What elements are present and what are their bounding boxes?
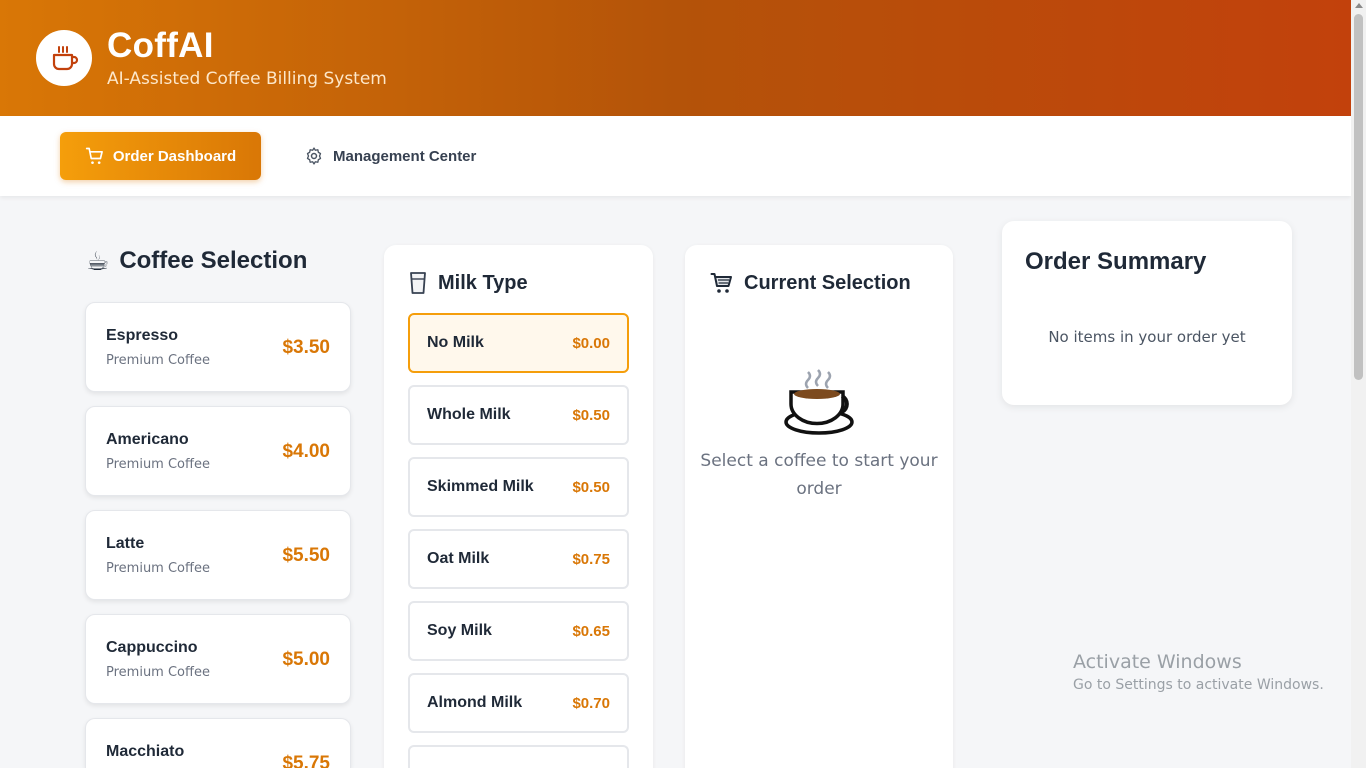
coffee-name: Cappuccino: [106, 639, 198, 656]
order-summary-empty-message: No items in your order yet: [1048, 328, 1246, 346]
milk-option-partial[interactable]: [408, 745, 629, 768]
coffee-card-americano[interactable]: Americano Premium Coffee $4.00: [85, 406, 351, 496]
shopping-cart-icon: [710, 273, 732, 293]
management-center-tab[interactable]: Management Center: [300, 132, 480, 180]
coffee-name: Americano: [106, 431, 189, 448]
vertical-scrollbar[interactable]: [1351, 0, 1366, 768]
coffee-card-cappuccino[interactable]: Cappuccino Premium Coffee $5.00: [85, 614, 351, 704]
activate-windows-subtitle: Go to Settings to activate Windows.: [1073, 677, 1324, 693]
milk-option-soy-milk[interactable]: Soy Milk $0.65: [408, 601, 629, 661]
milk-name: No Milk: [427, 334, 484, 351]
coffee-category: Premium Coffee: [106, 561, 210, 576]
coffee-price: $4.00: [282, 441, 330, 462]
milk-name: Skimmed Milk: [427, 478, 534, 495]
coffee-price: $5.00: [282, 649, 330, 670]
coffee-category: Premium Coffee: [106, 353, 210, 368]
order-dashboard-tab[interactable]: Order Dashboard: [60, 132, 261, 180]
milk-name: Almond Milk: [427, 694, 523, 711]
navigation-bar: Order Dashboard Management Center: [0, 116, 1351, 196]
coffee-category: Premium Coffee: [106, 665, 210, 680]
app-logo: [36, 30, 92, 86]
coffee-name: Macchiato: [106, 743, 185, 760]
milk-price: $0.50: [572, 479, 610, 496]
milk-option-skimmed-milk[interactable]: Skimmed Milk $0.50: [408, 457, 629, 517]
coffee-price: $5.50: [282, 545, 330, 566]
scrollbar-thumb[interactable]: [1354, 14, 1363, 380]
order-summary-title: Order Summary: [1025, 248, 1207, 275]
milk-price: $0.00: [572, 335, 610, 352]
milk-option-almond-milk[interactable]: Almond Milk $0.70: [408, 673, 629, 733]
current-selection-heading: Current Selection: [710, 271, 911, 295]
scroll-up-arrow-icon[interactable]: [1355, 3, 1363, 8]
glass-of-milk-icon: [410, 272, 426, 294]
app-title: CoffAI: [107, 26, 214, 65]
gear-icon: [306, 147, 322, 165]
coffee-card-espresso[interactable]: Espresso Premium Coffee $3.50: [85, 302, 351, 392]
milk-price: $0.75: [572, 551, 610, 568]
empty-selection-message: Select a coffee to start your order: [700, 451, 938, 499]
coffee-selection-heading: ☕ Coffee Selection: [86, 247, 307, 275]
milk-type-title: Milk Type: [438, 271, 528, 294]
coffee-card-latte[interactable]: Latte Premium Coffee $5.50: [85, 510, 351, 600]
coffee-category: Premium Coffee: [106, 457, 210, 472]
current-selection-title: Current Selection: [744, 271, 911, 294]
milk-option-no-milk[interactable]: No Milk $0.00: [408, 313, 629, 373]
coffee-name: Espresso: [106, 327, 179, 344]
milk-name: Whole Milk: [427, 406, 511, 423]
milk-name: Oat Milk: [427, 550, 490, 567]
coffee-cup-icon: [52, 46, 79, 71]
order-dashboard-label: Order Dashboard: [112, 147, 237, 165]
milk-option-whole-milk[interactable]: Whole Milk $0.50: [408, 385, 629, 445]
coffee-card-macchiato[interactable]: Macchiato $5.75: [85, 718, 351, 768]
coffee-name: Latte: [106, 535, 145, 552]
app-subtitle: AI-Assisted Coffee Billing System: [107, 69, 387, 89]
coffee-price: $3.50: [282, 337, 330, 358]
coffee-price: $5.75: [282, 753, 330, 768]
milk-price: $0.65: [572, 623, 610, 640]
current-selection-panel: [685, 245, 953, 768]
milk-option-oat-milk[interactable]: Oat Milk $0.75: [408, 529, 629, 589]
hot-coffee-icon: [782, 368, 856, 441]
cart-icon: [85, 147, 103, 164]
milk-type-heading: Milk Type: [408, 271, 528, 295]
hot-beverage-icon: ☕: [86, 246, 110, 276]
milk-price: $0.70: [572, 695, 610, 712]
activate-windows-title: Activate Windows: [1073, 651, 1242, 673]
milk-price: $0.50: [572, 407, 610, 424]
management-center-label: Management Center: [333, 147, 477, 165]
coffee-selection-title: Coffee Selection: [119, 247, 308, 274]
milk-name: Soy Milk: [427, 622, 492, 639]
app-header: CoffAI AI-Assisted Coffee Billing System: [0, 0, 1351, 116]
